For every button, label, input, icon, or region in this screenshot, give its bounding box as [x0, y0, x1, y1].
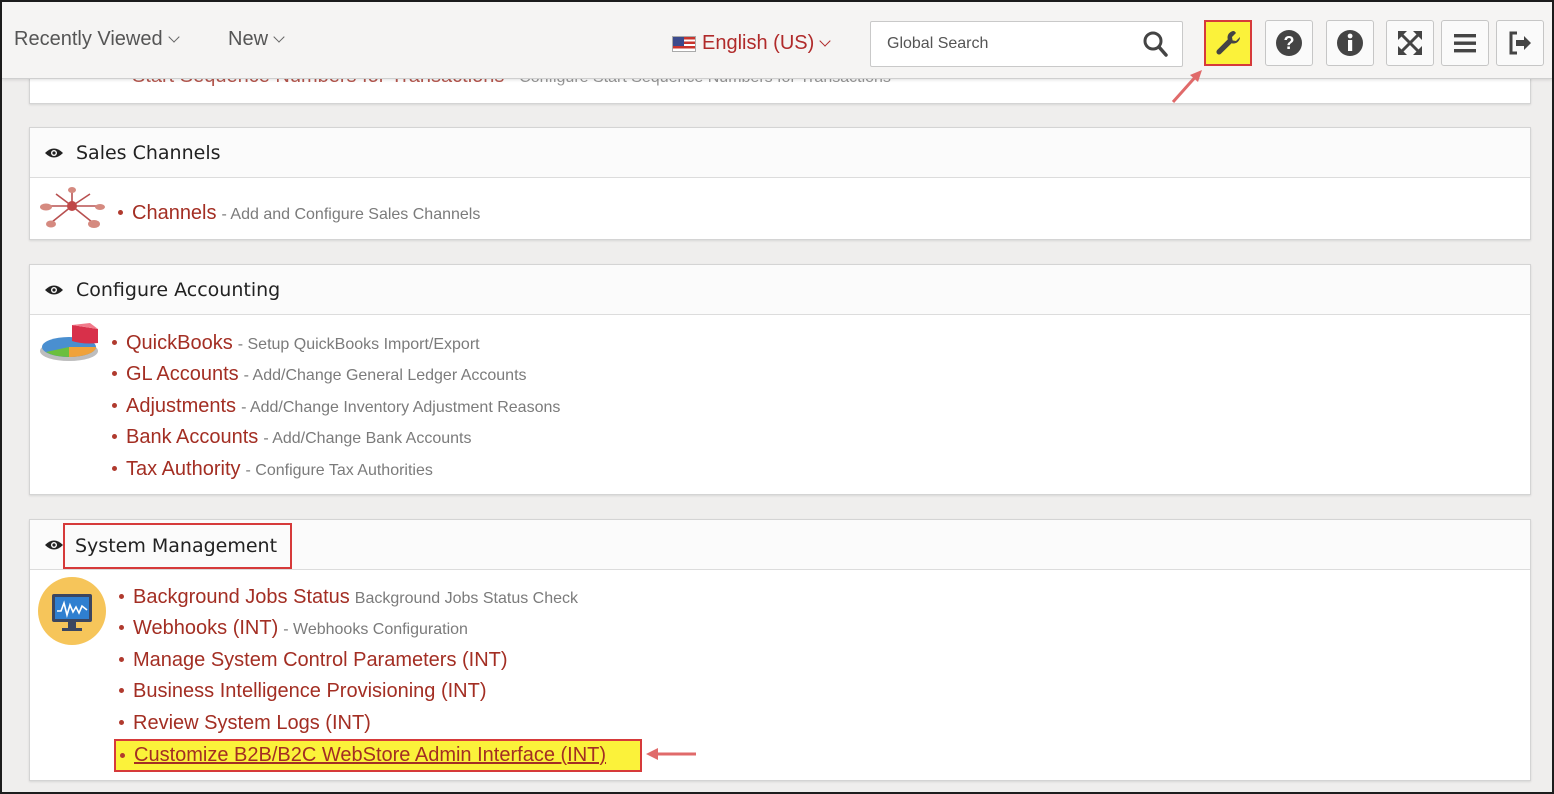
system-monitor-icon: [38, 577, 106, 645]
chevron-down-icon: [819, 35, 831, 47]
bullet-icon: [120, 753, 125, 758]
bullet-icon: [119, 688, 124, 693]
section-title: System Management: [75, 535, 278, 557]
help-icon: ?: [1276, 30, 1302, 56]
system-control-parameters-link[interactable]: Manage System Control Parameters (INT): [133, 649, 508, 672]
gl-accounts-link[interactable]: GL Accounts: [126, 363, 239, 386]
adjustments-desc: - Add/Change Inventory Adjustment Reason…: [241, 399, 561, 416]
search-icon[interactable]: [1142, 30, 1168, 63]
background-jobs-link[interactable]: Background Jobs Status: [133, 586, 350, 609]
svg-text:?: ?: [1284, 33, 1295, 53]
gl-accounts-desc: - Add/Change General Ledger Accounts: [243, 367, 527, 384]
help-button[interactable]: ?: [1265, 20, 1313, 66]
panel-system-management: System Management Background Jobs Status…: [29, 519, 1531, 781]
panel-header[interactable]: System Management: [30, 520, 1530, 570]
bullet-icon: [119, 625, 124, 630]
bullet-icon: [118, 210, 123, 215]
bullet-icon: [112, 434, 117, 439]
callout-arrow-icon: [1171, 70, 1202, 103]
info-icon: [1337, 30, 1363, 56]
us-flag-icon: [672, 35, 696, 52]
search-input[interactable]: [871, 22, 1121, 66]
bullet-icon: [112, 371, 117, 376]
list-item: Adjustments - Add/Change Inventory Adjus…: [112, 395, 560, 418]
webhooks-desc: - Webhooks Configuration: [283, 621, 468, 638]
section-title: Sales Channels: [76, 141, 221, 164]
panel-sales-channels: Sales Channels Channels - Add and Config…: [29, 127, 1531, 240]
list-item: Review System Logs (INT): [119, 712, 371, 735]
new-menu[interactable]: New: [228, 28, 285, 51]
logout-button[interactable]: [1496, 20, 1544, 66]
quickbooks-link[interactable]: QuickBooks: [126, 332, 233, 355]
bullet-icon: [112, 403, 117, 408]
menu-button[interactable]: [1441, 20, 1489, 66]
channels-link[interactable]: Channels: [132, 202, 217, 225]
chevron-down-icon: [167, 31, 180, 43]
bullet-icon: [119, 720, 124, 725]
menu-icon: [1454, 34, 1476, 53]
eye-icon[interactable]: [44, 538, 64, 552]
panel-header[interactable]: Sales Channels: [30, 128, 1530, 178]
bullet-icon: [119, 657, 124, 662]
section-title: Configure Accounting: [76, 278, 281, 301]
webstore-admin-highlight: Customize B2B/B2C WebStore Admin Interfa…: [114, 739, 642, 772]
background-jobs-desc: Background Jobs Status Check: [354, 590, 579, 607]
list-item: Background Jobs Status Background Jobs S…: [119, 586, 578, 609]
list-item: Business Intelligence Provisioning (INT): [119, 680, 487, 703]
chevron-down-icon: [273, 31, 285, 43]
settings-wrench-button[interactable]: [1204, 20, 1252, 66]
recently-viewed-label: Recently Viewed: [14, 28, 163, 50]
channels-desc: - Add and Configure Sales Channels: [221, 206, 481, 223]
bullet-icon: [112, 340, 117, 345]
logout-icon: [1509, 31, 1531, 55]
bullet-icon: [119, 594, 124, 599]
panel-configure-accounting: Configure Accounting QuickBooks - Setup …: [29, 264, 1531, 495]
language-selector[interactable]: English (US): [672, 32, 831, 55]
list-item: QuickBooks - Setup QuickBooks Import/Exp…: [112, 332, 480, 355]
callout-arrow-icon: [646, 748, 696, 760]
bank-accounts-link[interactable]: Bank Accounts: [126, 426, 258, 449]
tax-authority-desc: - Configure Tax Authorities: [245, 462, 433, 479]
webstore-admin-link[interactable]: Customize B2B/B2C WebStore Admin Interfa…: [134, 744, 606, 767]
list-item: Bank Accounts - Add/Change Bank Accounts: [112, 426, 471, 449]
pie-chart-icon: [40, 323, 98, 361]
language-label: English (US): [702, 32, 815, 54]
eye-icon[interactable]: [44, 146, 64, 160]
list-item: Channels - Add and Configure Sales Chann…: [118, 202, 480, 225]
top-navigation-bar: Recently Viewed New English (US) ?: [2, 2, 1552, 79]
list-item: Manage System Control Parameters (INT): [119, 649, 508, 672]
info-button[interactable]: [1326, 20, 1374, 66]
system-logs-link[interactable]: Review System Logs (INT): [133, 712, 371, 735]
list-item: GL Accounts - Add/Change General Ledger …: [112, 363, 527, 386]
global-search: [870, 21, 1183, 67]
eye-icon[interactable]: [44, 283, 64, 297]
fullscreen-button[interactable]: [1386, 20, 1434, 66]
bullet-icon: [112, 466, 117, 471]
recently-viewed-menu[interactable]: Recently Viewed: [14, 28, 180, 51]
list-item: Webhooks (INT) - Webhooks Configuration: [119, 617, 468, 640]
list-item: Tax Authority - Configure Tax Authoritie…: [112, 458, 433, 481]
sales-channels-icon: [40, 187, 105, 228]
webhooks-link[interactable]: Webhooks (INT): [133, 617, 278, 640]
system-management-title-highlight: System Management: [63, 523, 292, 569]
quickbooks-desc: - Setup QuickBooks Import/Export: [237, 336, 480, 353]
tax-authority-link[interactable]: Tax Authority: [126, 458, 241, 481]
adjustments-link[interactable]: Adjustments: [126, 395, 236, 418]
panel-header[interactable]: Configure Accounting: [30, 265, 1530, 315]
new-label: New: [228, 28, 269, 50]
wrench-icon: [1216, 31, 1240, 55]
bi-provisioning-link[interactable]: Business Intelligence Provisioning (INT): [133, 680, 487, 703]
fullscreen-icon: [1398, 31, 1422, 55]
bank-accounts-desc: - Add/Change Bank Accounts: [263, 430, 472, 447]
